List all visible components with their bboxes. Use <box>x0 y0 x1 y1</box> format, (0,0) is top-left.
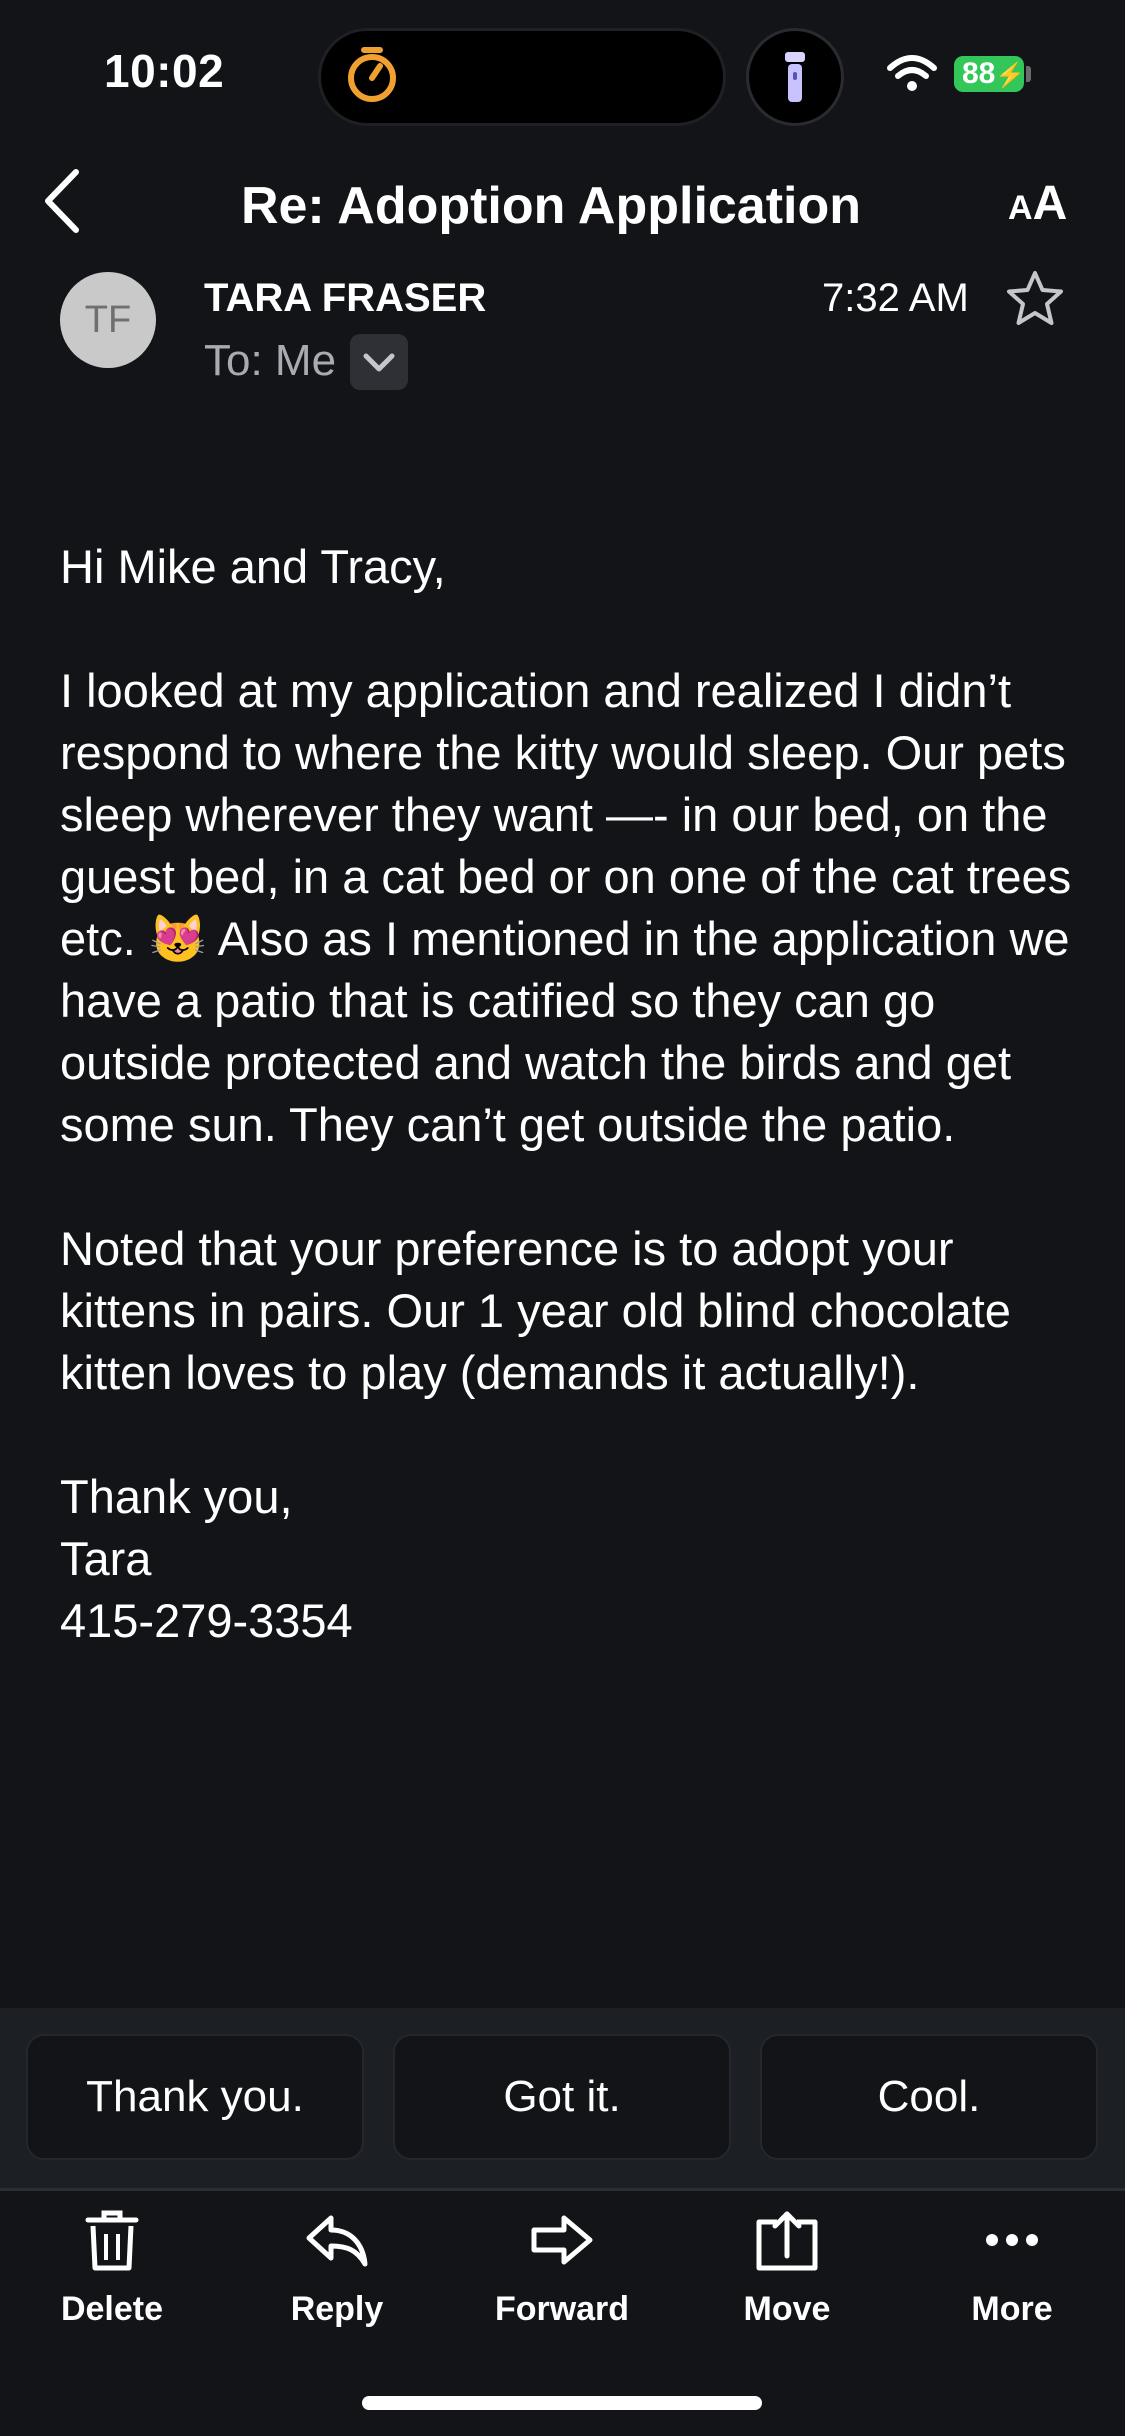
sender-name: TARA FRASER <box>204 276 487 320</box>
star-outline-icon[interactable] <box>1004 268 1066 330</box>
reply-button[interactable]: Reply <box>237 2208 437 2329</box>
quick-reply-cool[interactable]: Cool. <box>760 2034 1098 2160</box>
reply-icon <box>306 2215 368 2267</box>
battery-charging-icon: ⚡ <box>995 62 1026 89</box>
flashlight-icon <box>785 52 805 102</box>
greeting-paragraph: Hi Mike and Tracy, <box>60 540 446 593</box>
signature-paragraph: Thank you, Tara 415-279-3354 <box>60 1470 353 1647</box>
move-button[interactable]: Move <box>687 2208 887 2329</box>
delete-button[interactable]: Delete <box>12 2208 212 2329</box>
chevron-left-icon[interactable] <box>40 166 86 236</box>
more-icon <box>986 2234 1038 2246</box>
body-paragraph: I looked at my application and realized … <box>60 664 1072 1151</box>
email-subject: Re: Adoption Application <box>240 177 862 235</box>
reply-label: Reply <box>290 2290 384 2328</box>
body-paragraph: Noted that your preference is to adopt y… <box>60 1222 1011 1399</box>
avatar: TF <box>60 272 156 368</box>
battery-level: 88 <box>962 57 996 90</box>
home-indicator[interactable] <box>362 2396 762 2410</box>
delete-label: Delete <box>60 2290 164 2328</box>
forward-icon <box>531 2215 593 2265</box>
expand-recipients-button[interactable] <box>350 334 408 390</box>
text-size-icon[interactable]: AA <box>1008 176 1067 231</box>
quick-reply-thank-you[interactable]: Thank you. <box>26 2034 364 2160</box>
chevron-down-icon <box>363 353 395 372</box>
forward-button[interactable]: Forward <box>462 2208 662 2329</box>
timer-icon <box>348 47 396 102</box>
status-time: 10:02 <box>104 45 225 97</box>
toolbar-divider <box>0 2188 1125 2191</box>
battery-tip <box>1026 66 1031 82</box>
battery-indicator: 88⚡ <box>954 56 1026 92</box>
email-body: Hi Mike and Tracy, I looked at my applic… <box>60 536 1080 1714</box>
more-label: More <box>971 2290 1053 2328</box>
trash-icon <box>85 2210 139 2271</box>
forward-label: Forward <box>494 2290 630 2328</box>
quick-reply-got-it[interactable]: Got it. <box>393 2034 731 2160</box>
recipient-line: To: Me <box>204 336 337 385</box>
move-icon <box>756 2211 818 2271</box>
more-button[interactable]: More <box>912 2208 1112 2329</box>
wifi-icon <box>887 55 937 91</box>
email-time: 7:32 AM <box>822 276 969 320</box>
move-label: Move <box>743 2290 831 2328</box>
